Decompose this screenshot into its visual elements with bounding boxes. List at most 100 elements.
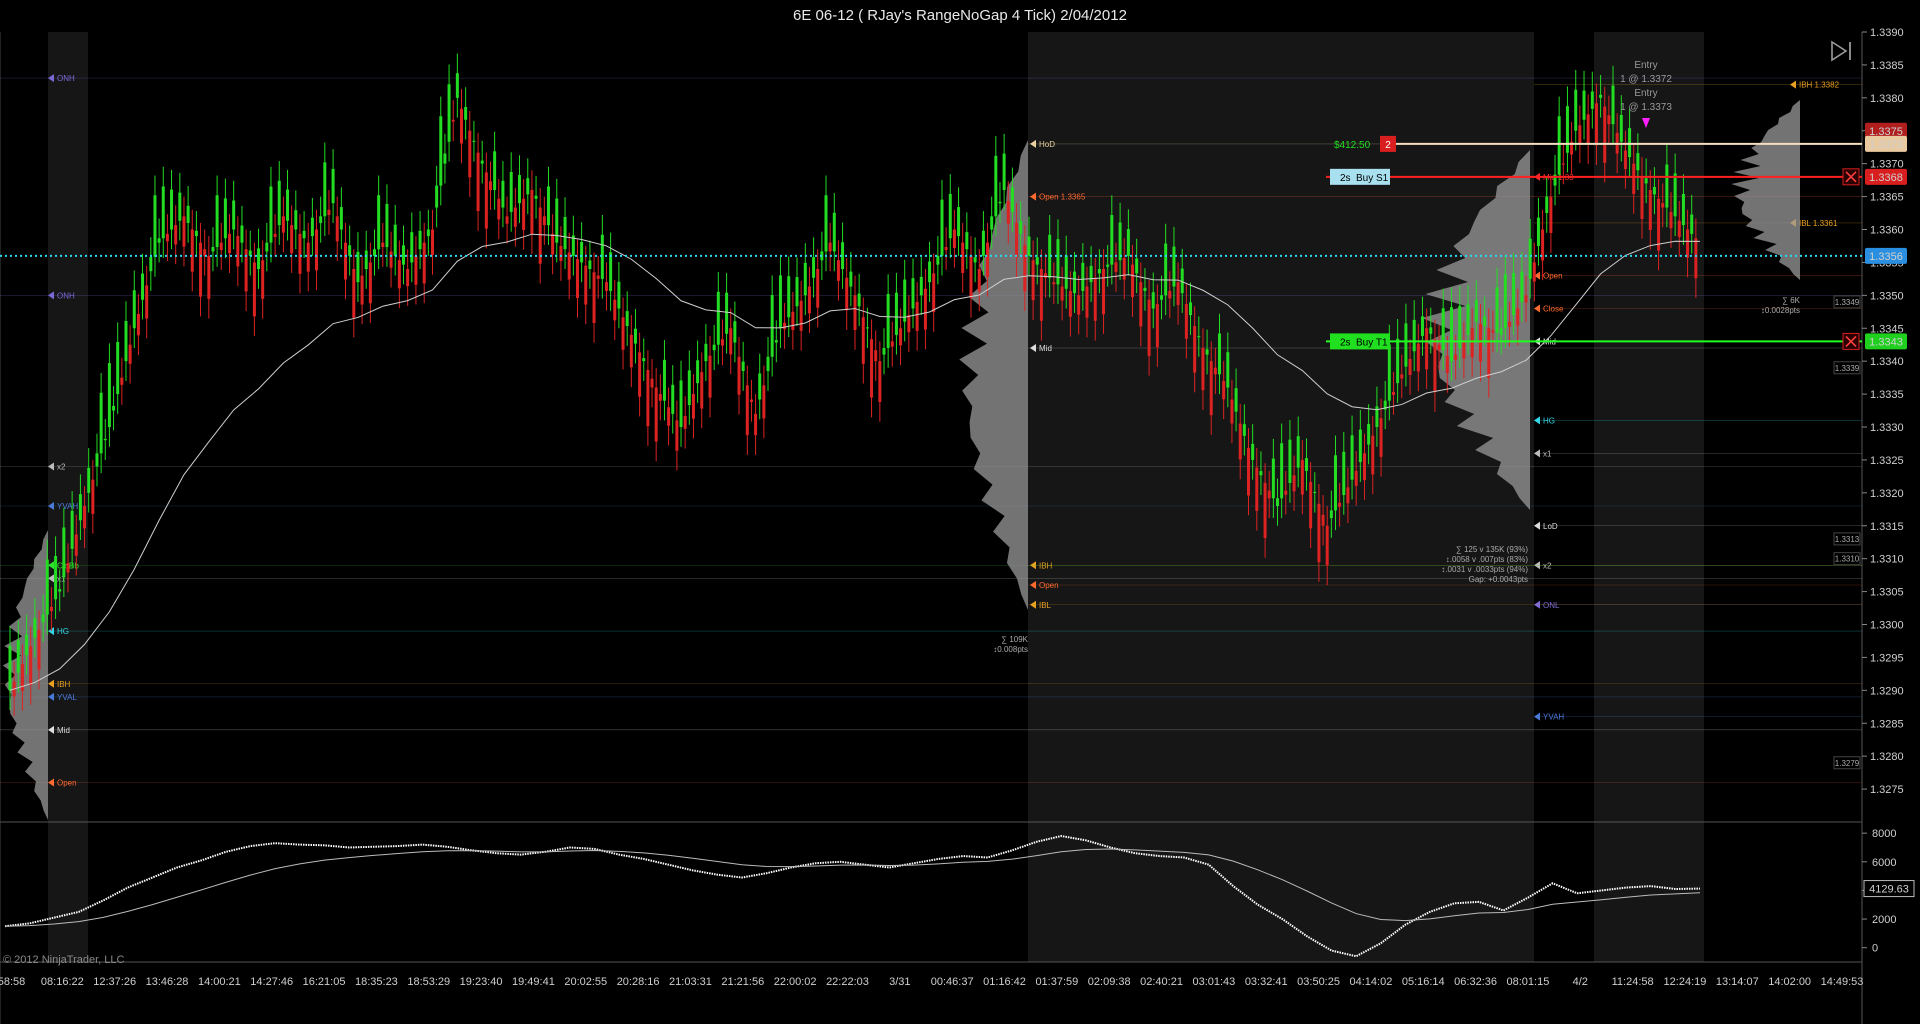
candle-body [928,261,932,283]
candle-body [1425,328,1429,370]
close-x-icon[interactable] [1842,332,1860,350]
candle-body [8,646,12,691]
candle-body [1549,196,1553,234]
candle-body [1454,354,1458,360]
candle-body [1068,290,1072,317]
candle-body [1081,262,1085,291]
candle-body [986,242,990,277]
candle-body [679,380,683,427]
candle-body [1636,153,1640,171]
candle-body [112,405,116,411]
candle-body [232,200,236,230]
candle-body [389,251,393,268]
price-tick-label: 1.3335 [1870,389,1904,401]
candle-body [1201,348,1205,391]
candle-body [306,242,310,272]
candle-body [1565,106,1569,153]
candle-body [687,370,691,406]
candle-body [1097,269,1101,274]
candle-body [1536,217,1540,246]
time-tick-label: 08:01:15 [1507,976,1550,988]
candle-body [257,248,261,269]
candle-body [1006,200,1010,224]
time-tick-label: 16:21:05 [303,976,346,988]
level-marker [1534,521,1540,530]
price-tag-text: 1.3343 [1869,336,1903,348]
candle-body [1267,490,1271,499]
candle-body [1122,258,1126,280]
price-tick-label: 1.3280 [1870,751,1904,763]
candle-body [360,275,364,305]
time-tick-label: 13:46:28 [146,976,189,988]
candle-body [1010,187,1014,212]
time-tick-label: 22:22:03 [826,976,869,988]
close-x-icon[interactable] [1842,168,1860,186]
candle-body [650,378,654,388]
candle-body [878,361,882,402]
chart-area[interactable]: 1.3275 1.3280 1.3285 1.3290 1.3295 1.3300 1.33… [0,0,1920,1024]
entry-label: Entry [1634,60,1657,71]
play-to-end-icon[interactable] [1830,40,1854,62]
candle-body [418,230,422,250]
candle-body [795,277,799,307]
candle-body [1657,198,1661,251]
candle-body [335,216,339,242]
price-tick-label: 1.3285 [1870,718,1904,730]
candle-body [58,589,62,592]
candle-body [994,155,998,217]
candle-body [261,260,265,299]
candle-body [33,618,37,638]
candle-body [1420,316,1424,336]
time-tick-label: 03:01:43 [1192,976,1235,988]
candle-body [91,479,95,514]
candle-body [936,255,940,265]
small-price-tag-text: 1.3313 [1835,535,1860,544]
candle-body [1280,443,1284,499]
candle-body [141,273,145,300]
candle-body [957,207,961,237]
candle-body [1189,302,1193,316]
candle-body [1147,299,1151,356]
candle-body [691,394,695,419]
price-tag-text: 1.3373 [1869,139,1903,151]
level-label: HG [1543,416,1555,425]
candle-body [1118,222,1122,261]
candle-body [1321,514,1325,526]
order-tag-s1-name: Buy S1 [1356,173,1389,184]
candle-body [700,372,704,409]
time-tick-label: 04:14:02 [1350,976,1393,988]
candle-body [1590,91,1594,109]
candle-body [1545,196,1549,214]
candle-body [124,321,128,362]
time-tick-label: 06:32:36 [1454,976,1497,988]
candle-body [1433,339,1437,393]
candle-body [1599,94,1603,98]
level-label: ONH [57,291,75,300]
candle-body [1686,229,1690,258]
candle-body [1673,173,1677,217]
candle-body [223,198,227,239]
candle-body [1126,229,1130,256]
candle-body [439,116,443,186]
candle-body [1429,327,1433,334]
candle-body [861,317,865,364]
candle-body [1317,503,1321,563]
candle-body [145,285,149,319]
candle-body [1400,374,1404,379]
candle-body [1230,399,1234,424]
candle-body [633,328,637,344]
candle-body [1060,286,1064,301]
time-tick-label: 19:23:40 [460,976,503,988]
level-label: x1 [1543,449,1552,458]
candle-body [741,361,745,372]
candle-body [1586,114,1590,145]
level-label: Open [1039,581,1059,590]
candle-body [132,290,136,329]
indicator-value-text: 4129.63 [1869,884,1909,896]
candle-body [1102,269,1106,315]
candle-body [1110,215,1114,265]
candle-body [1044,273,1048,278]
candle-body [737,356,741,395]
entry-detail: 1 @ 1.3372 [1620,74,1672,85]
candle-body [1350,435,1354,480]
